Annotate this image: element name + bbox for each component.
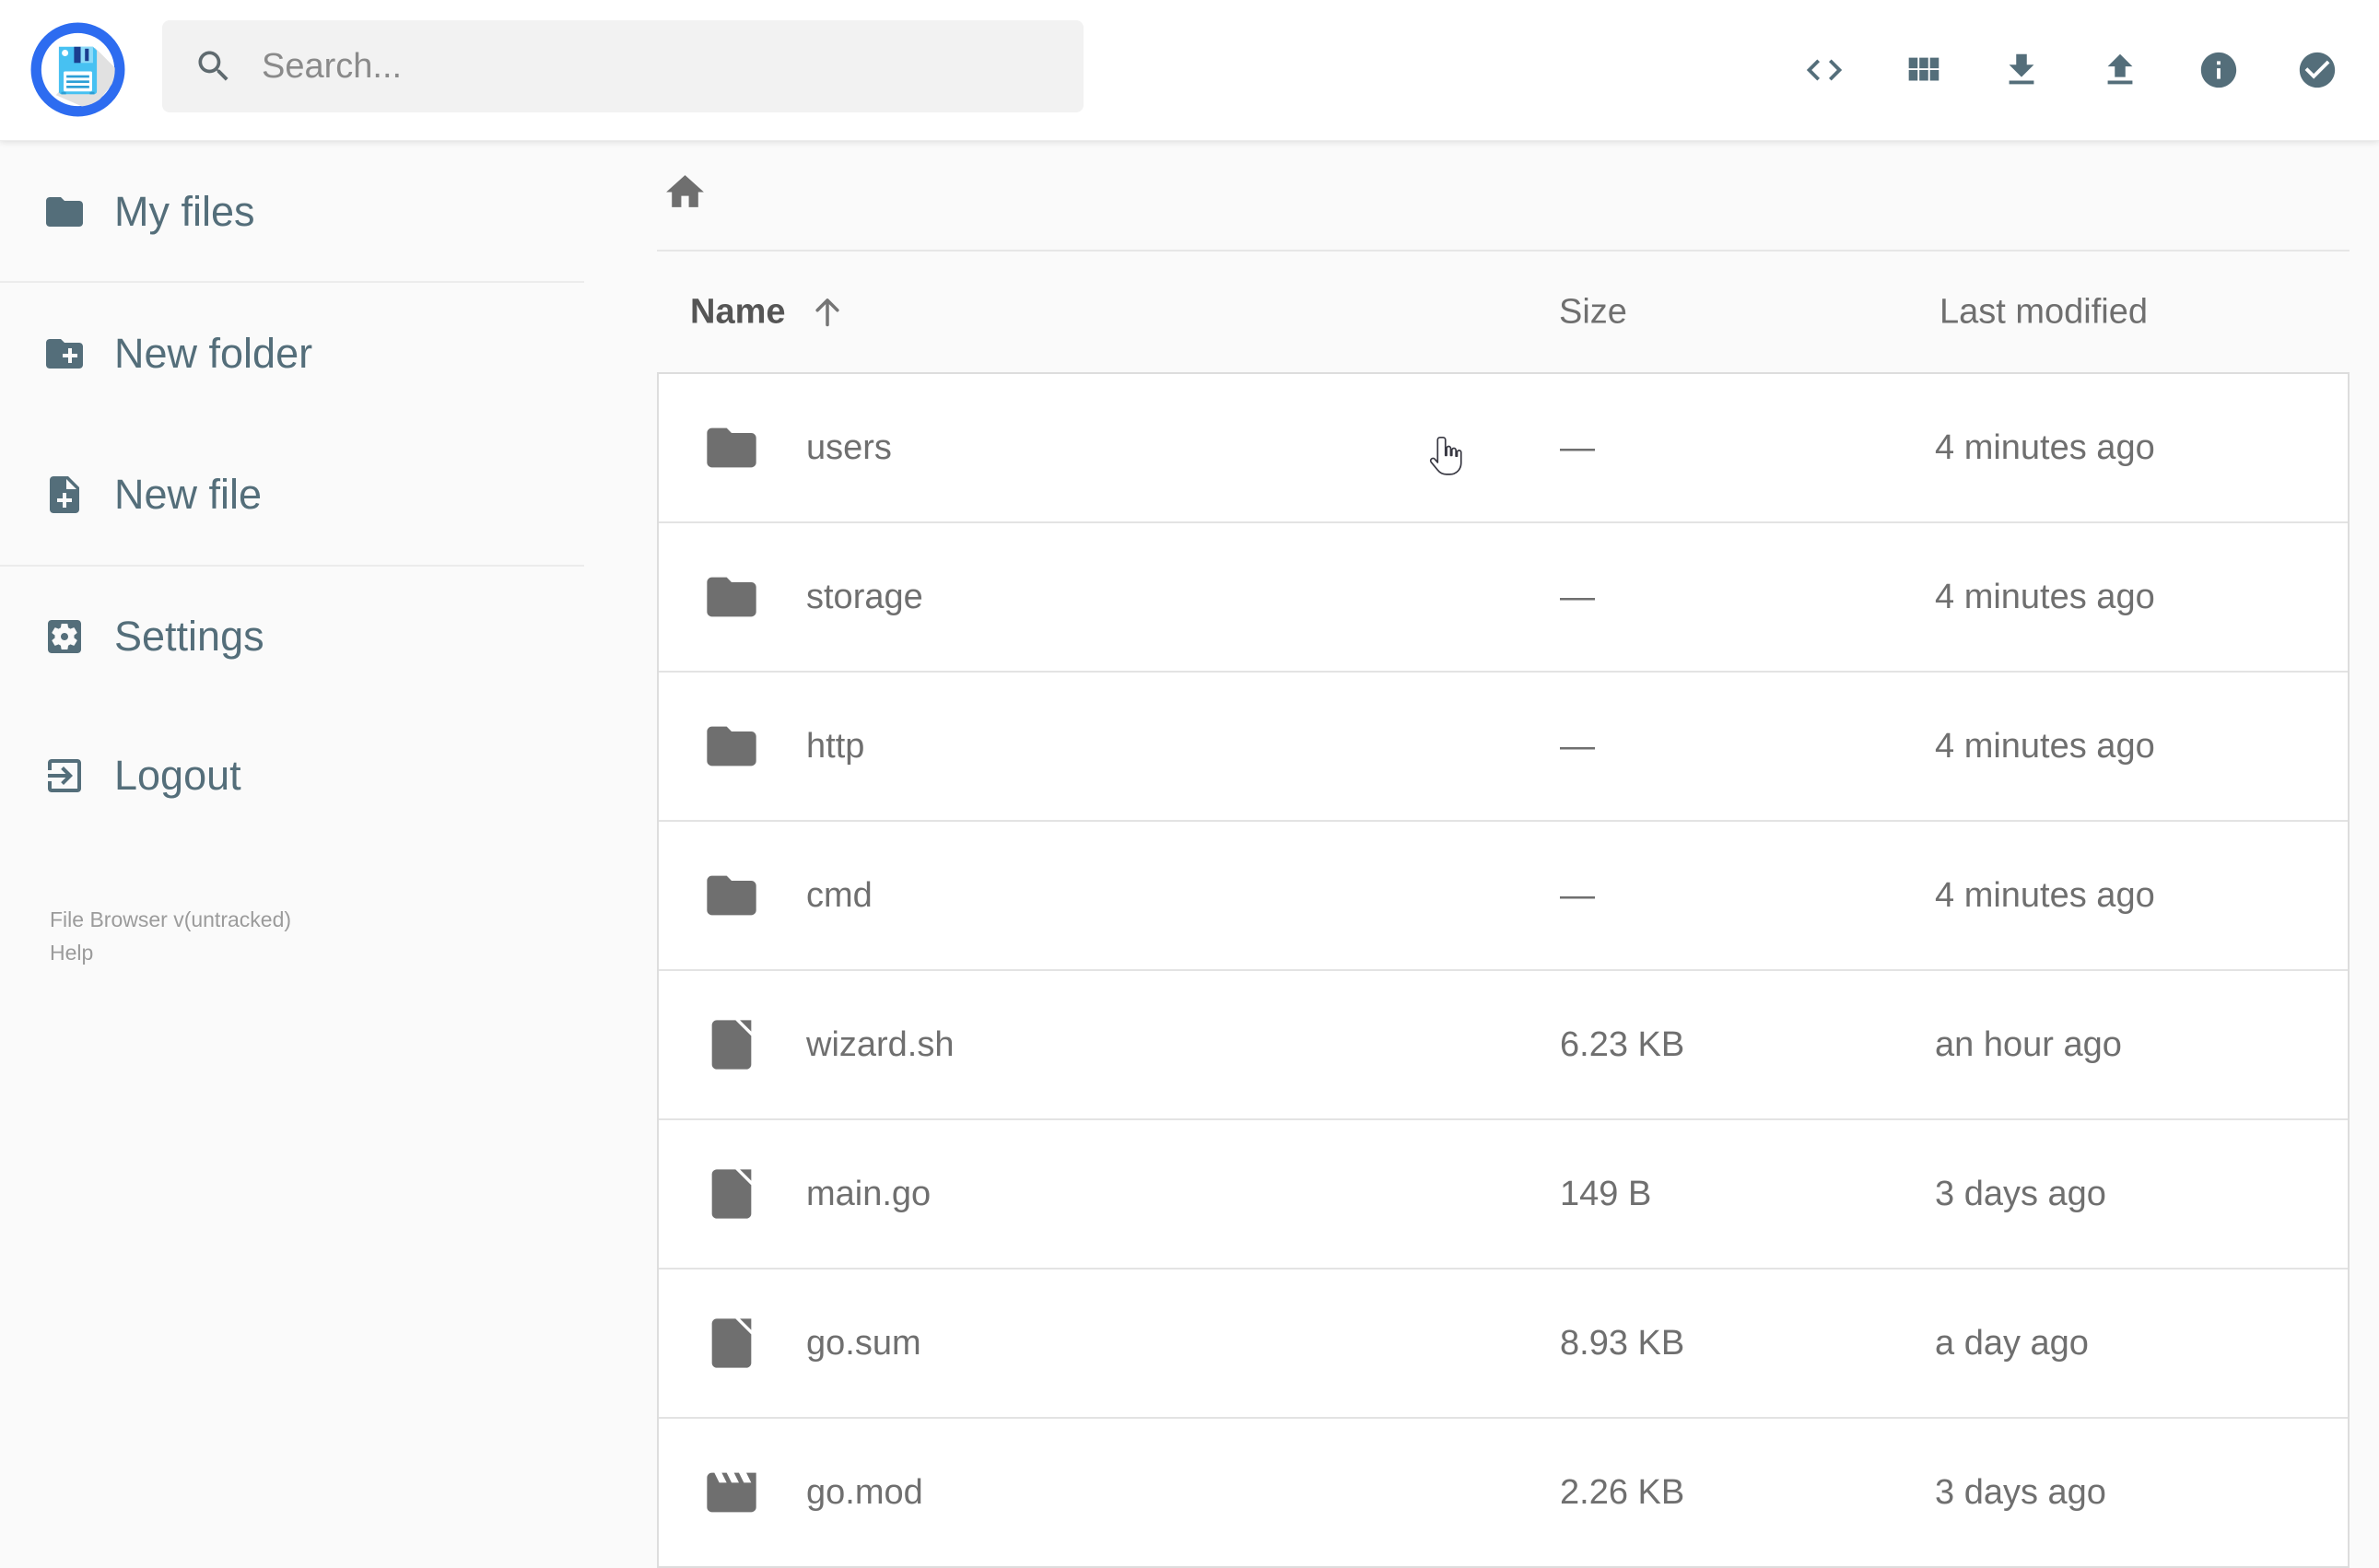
sidebar-item-new-file[interactable]: New file xyxy=(0,449,584,541)
file-row-go-sum[interactable]: go.sum 8.93 KB a day ago xyxy=(659,1270,2348,1419)
download-icon xyxy=(2000,49,2043,91)
column-header-size[interactable]: Size xyxy=(1559,292,1627,332)
file-row-storage[interactable]: storage — 4 minutes ago xyxy=(659,523,2348,673)
divider xyxy=(0,281,584,283)
version-text: File Browser v(untracked) xyxy=(50,907,292,931)
switch-view-button[interactable] xyxy=(1902,49,1944,91)
settings-icon xyxy=(42,614,87,659)
filebrowser-logo[interactable] xyxy=(30,22,125,117)
code-icon xyxy=(1803,49,1846,91)
raw-view-button[interactable] xyxy=(1803,49,1846,91)
sidebar-item-my-files[interactable]: My files xyxy=(0,166,584,258)
folder-icon xyxy=(702,717,761,776)
sort-ascending-icon xyxy=(808,293,847,332)
info-button[interactable] xyxy=(2197,49,2240,91)
header-bar: Search... xyxy=(0,0,2379,141)
column-header-name[interactable]: Name xyxy=(690,292,847,332)
new-file-icon xyxy=(42,473,87,517)
file-listing: users — 4 minutes ago storage — 4 minute… xyxy=(657,372,2350,1568)
search-placeholder: Search... xyxy=(262,46,403,86)
breadcrumb-home-button[interactable] xyxy=(662,170,708,215)
sidebar-item-logout[interactable]: Logout xyxy=(0,730,584,822)
file-row-cmd[interactable]: cmd — 4 minutes ago xyxy=(659,822,2348,971)
check-icon xyxy=(2296,49,2338,91)
file-row-go-mod[interactable]: go.mod 2.26 KB 3 days ago xyxy=(659,1419,2348,1566)
folder-icon xyxy=(702,568,761,626)
sidebar-footer: File Browser v(untracked) Help xyxy=(50,903,291,969)
file-icon xyxy=(702,1314,761,1373)
folder-icon xyxy=(702,418,761,477)
file-row-wizard-sh[interactable]: wizard.sh 6.23 KB an hour ago xyxy=(659,971,2348,1120)
sidebar-item-settings[interactable]: Settings xyxy=(0,591,584,683)
sidebar: My files New folder New file Settings Lo… xyxy=(0,140,584,1529)
home-icon xyxy=(662,170,708,215)
file-icon xyxy=(702,1164,761,1223)
help-link[interactable]: Help xyxy=(50,936,291,969)
sidebar-item-new-folder[interactable]: New folder xyxy=(0,308,584,400)
new-folder-icon xyxy=(42,332,87,376)
search-icon xyxy=(193,46,234,87)
select-multiple-button[interactable] xyxy=(2296,49,2338,91)
folder-icon xyxy=(702,866,761,925)
header-actions xyxy=(1803,0,2338,140)
movie-icon xyxy=(702,1463,761,1522)
search-input[interactable]: Search... xyxy=(162,20,1084,112)
floppy-disk-logo-icon xyxy=(30,22,125,117)
listing-header: Name Size Last modified xyxy=(657,252,2350,372)
download-button[interactable] xyxy=(2000,49,2043,91)
upload-icon xyxy=(2099,49,2141,91)
column-header-modified[interactable]: Last modified xyxy=(1940,292,2148,332)
logout-icon xyxy=(42,754,87,798)
file-row-main-go[interactable]: main.go 149 B 3 days ago xyxy=(659,1120,2348,1270)
upload-button[interactable] xyxy=(2099,49,2141,91)
folder-icon xyxy=(42,190,87,234)
info-icon xyxy=(2197,49,2240,91)
file-row-http[interactable]: http — 4 minutes ago xyxy=(659,673,2348,822)
divider xyxy=(0,565,584,567)
grid-icon xyxy=(1902,49,1944,91)
file-icon xyxy=(702,1015,761,1074)
file-row-users[interactable]: users — 4 minutes ago xyxy=(659,374,2348,523)
